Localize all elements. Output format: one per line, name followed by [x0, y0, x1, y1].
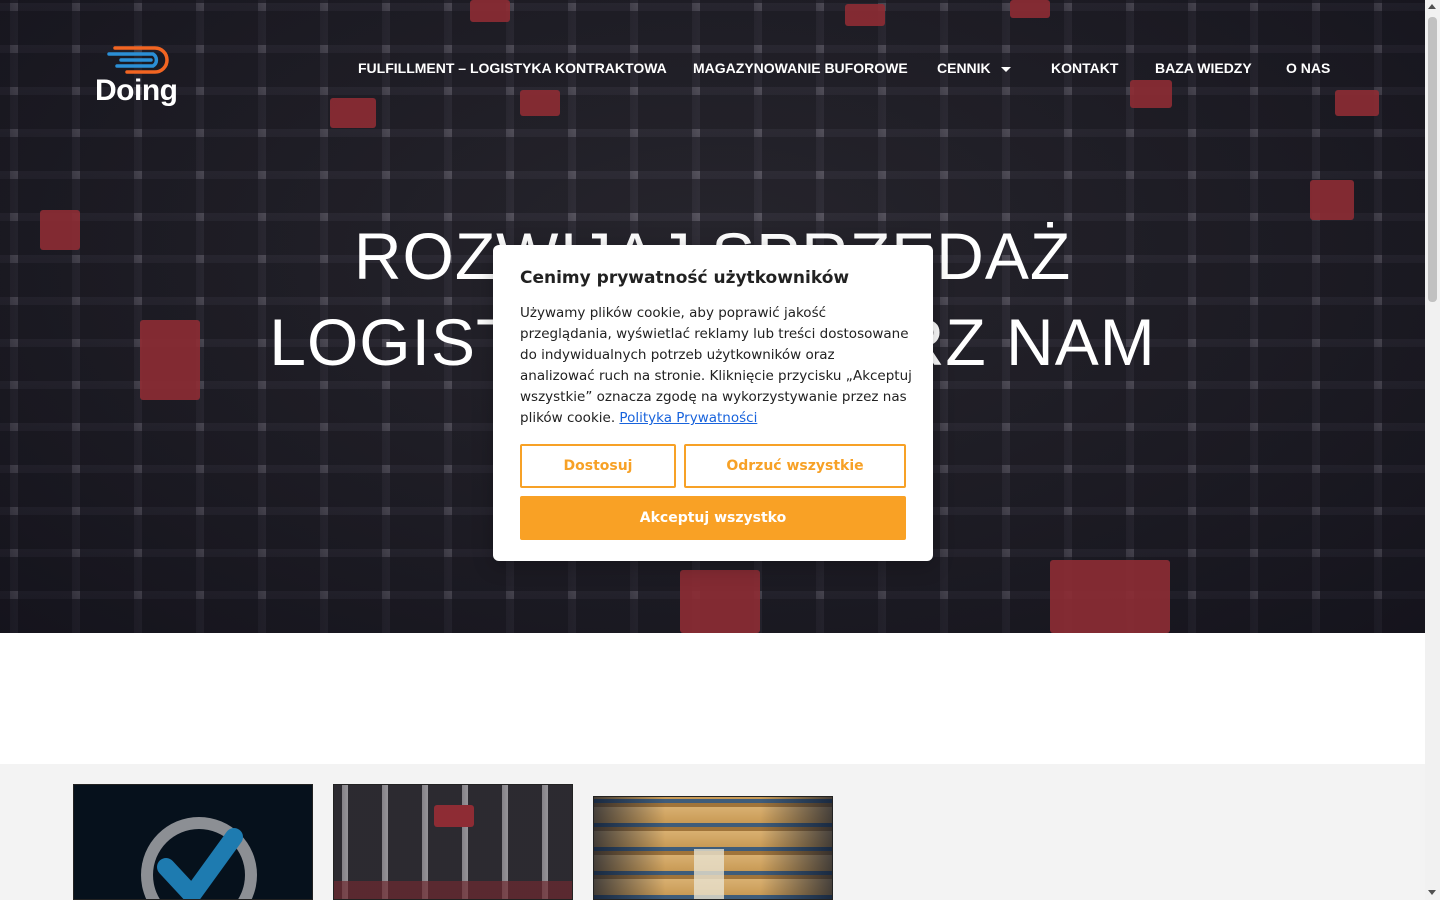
nav-item-cennik[interactable]: CENNIK — [937, 60, 1011, 76]
robot-decoration — [1130, 80, 1172, 108]
accept-all-button[interactable]: Akceptuj wszystko — [520, 496, 906, 540]
robot-decoration — [330, 98, 376, 128]
nav-item-fulfillment[interactable]: FULFILLMENT – LOGISTYKA KONTRAKTOWA — [358, 60, 667, 76]
nav-item-label: CENNIK — [937, 60, 991, 76]
cookie-dialog-title: Cenimy prywatność użytkowników — [520, 268, 850, 288]
robot-decoration — [1335, 90, 1379, 116]
page-scrollbar[interactable] — [1425, 0, 1440, 900]
nav-item-o-nas[interactable]: O NAS — [1286, 60, 1330, 76]
robot-decoration — [680, 570, 760, 633]
content-spacer — [0, 633, 1425, 764]
cookie-dialog-text: Używamy plików cookie, aby poprawić jako… — [520, 303, 912, 429]
nav-item-magazynowanie[interactable]: MAGAZYNOWANIE BUFOROWE — [693, 60, 908, 76]
caret-down-icon — [1000, 66, 1011, 72]
main-nav: FULFILLMENT – LOGISTYKA KONTRAKTOWA MAGA… — [0, 60, 1425, 80]
robot-decoration — [1050, 560, 1170, 633]
robot-decoration — [434, 805, 474, 827]
feature-card-robots[interactable] — [333, 784, 573, 900]
cookie-consent-dialog: Cenimy prywatność użytkowników Używamy p… — [493, 245, 933, 561]
nav-item-kontakt[interactable]: KONTAKT — [1051, 60, 1118, 76]
scroll-up-arrow-icon[interactable] — [1428, 4, 1436, 9]
robot-decoration — [845, 4, 885, 26]
privacy-policy-link[interactable]: Polityka Prywatności — [619, 410, 757, 426]
robot-decoration — [470, 0, 510, 22]
robot-decoration — [520, 90, 560, 116]
robot-decoration — [334, 881, 572, 899]
robot-decoration — [1010, 0, 1050, 18]
feature-card-warehouse[interactable] — [593, 796, 833, 900]
nav-item-baza-wiedzy[interactable]: BAZA WIEDZY — [1155, 60, 1252, 76]
customize-button[interactable]: Dostosuj — [520, 444, 676, 488]
quality-badge-check-icon — [141, 817, 257, 899]
cookie-dialog-body: Używamy plików cookie, aby poprawić jako… — [520, 305, 912, 426]
reject-all-button[interactable]: Odrzuć wszystkie — [684, 444, 906, 488]
feature-card-quality[interactable] — [73, 784, 313, 900]
scroll-down-arrow-icon[interactable] — [1428, 890, 1436, 895]
scrollbar-thumb[interactable] — [1428, 17, 1437, 302]
aisle-light-decoration — [694, 849, 724, 899]
